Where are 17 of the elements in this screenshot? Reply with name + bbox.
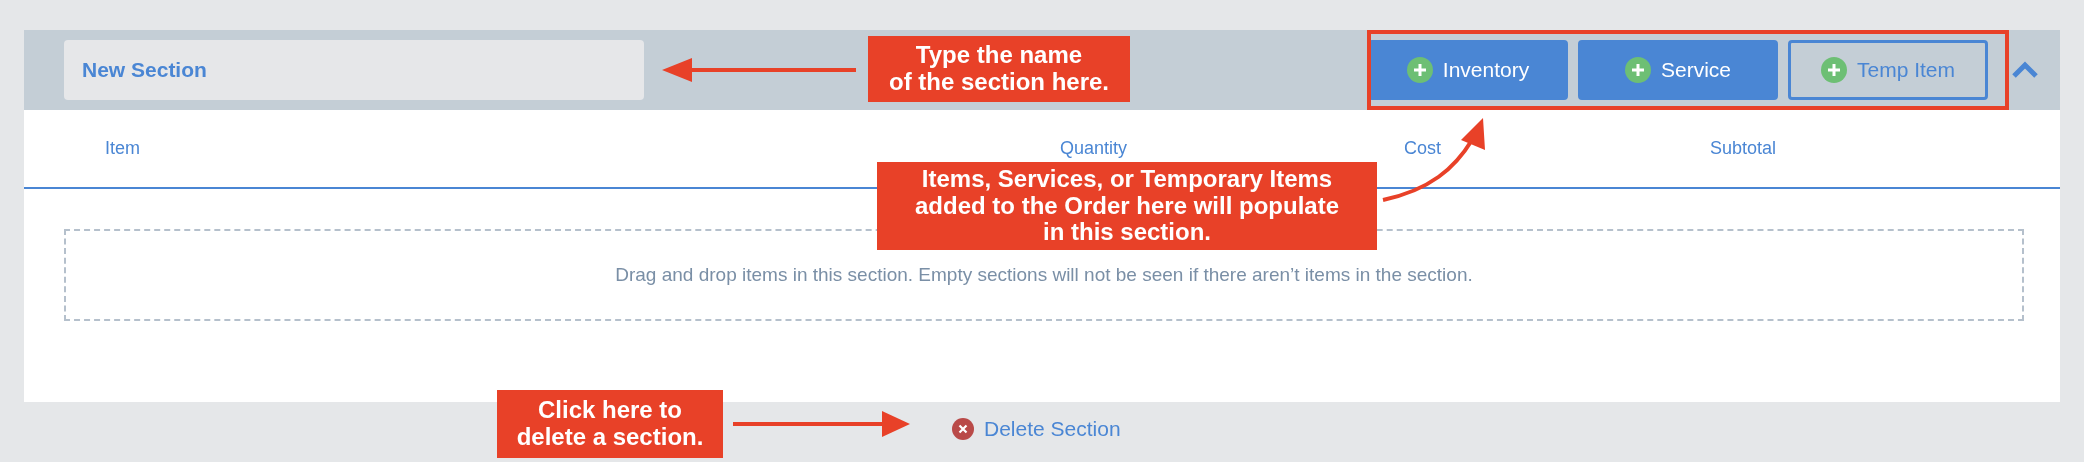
callout-note: Click here to delete a section.: [497, 390, 723, 458]
callout-note: Type the name of the section here.: [868, 36, 1130, 102]
delete-icon[interactable]: [952, 417, 974, 440]
section-name-field[interactable]: New Section: [64, 40, 644, 100]
add-button[interactable]: Inventory: [1368, 40, 1568, 100]
plus-icon: [1625, 57, 1651, 83]
delete-section-link[interactable]: Delete Section: [984, 413, 1121, 445]
add-button[interactable]: Service: [1578, 40, 1778, 100]
column-header: Item: [105, 138, 140, 158]
plus-icon: [1406, 57, 1433, 83]
column-header: Cost: [1404, 138, 1441, 158]
empty-message: Drag and drop items in this section. Empty sections will not be seen if there aren’t items in the section.: [615, 262, 1473, 287]
callout-note: Items, Services, or Temporary Items added to the Order here will populate in this section.: [877, 162, 1377, 250]
plus-icon: [1821, 57, 1847, 83]
add-button[interactable]: Temp Item: [1788, 40, 1988, 100]
column-header: Subtotal: [1710, 138, 1777, 158]
column-header: Quantity: [1060, 138, 1128, 158]
